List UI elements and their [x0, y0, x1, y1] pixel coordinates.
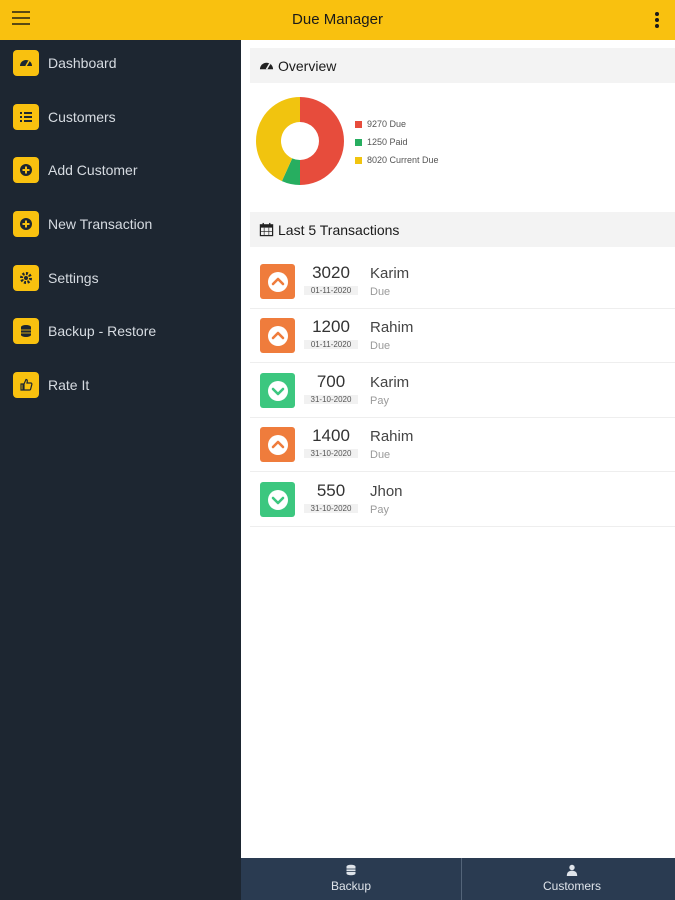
customers-button[interactable]: Customers — [462, 858, 675, 900]
plus-circle-icon — [13, 211, 39, 237]
user-icon — [566, 864, 578, 876]
sidebar-item-label: Settings — [48, 270, 99, 286]
transactions-title: Last 5 Transactions — [278, 222, 400, 238]
thumbs-up-icon — [13, 372, 39, 398]
transaction-row[interactable]: 550 31-10-2020 Jhon Pay — [250, 473, 675, 527]
transaction-customer-name: Rahim — [370, 428, 414, 445]
sidebar-item-label: Backup - Restore — [48, 323, 157, 339]
sidebar-item-dashboard[interactable]: Dashboard — [0, 43, 241, 83]
transaction-amount-box: 3020 01-11-2020 — [304, 263, 358, 295]
transaction-date: 31-10-2020 — [304, 449, 358, 458]
main-content: Overview 9270 Due 1250 Paid 8020 Current… — [241, 40, 675, 858]
transaction-amount: 550 — [316, 481, 346, 500]
legend-swatch — [355, 121, 362, 128]
transaction-amount-box: 1200 01-11-2020 — [304, 317, 358, 349]
legend-swatch — [355, 157, 362, 164]
transaction-type: Pay — [370, 395, 389, 407]
sidebar-item-backup-restore[interactable]: Backup - Restore — [0, 311, 241, 351]
sidebar-item-label: Dashboard — [48, 55, 117, 71]
sidebar: Dashboard Customers Add Customer New Tra… — [0, 40, 241, 900]
sidebar-item-rate-it[interactable]: Rate It — [0, 365, 241, 405]
sidebar-item-settings[interactable]: Settings — [0, 258, 241, 298]
bottom-navigation: Backup Customers — [241, 858, 675, 900]
database-icon — [13, 318, 39, 344]
transactions-header: Last 5 Transactions — [250, 212, 675, 247]
transaction-row[interactable]: 3020 01-11-2020 Karim Due — [250, 255, 675, 309]
overview-donut-chart — [256, 97, 344, 185]
more-options-icon[interactable] — [655, 12, 661, 28]
transaction-row[interactable]: 1400 31-10-2020 Rahim Due — [250, 418, 675, 472]
transaction-row[interactable]: 700 31-10-2020 Karim Pay — [250, 364, 675, 418]
arrow-up-icon — [260, 427, 295, 462]
transaction-type: Due — [370, 286, 391, 298]
transaction-customer-name: Karim — [370, 374, 410, 391]
arrow-up-icon — [260, 264, 295, 299]
sidebar-item-new-transaction[interactable]: New Transaction — [0, 204, 241, 244]
transaction-date: 01-11-2020 — [304, 340, 358, 349]
legend-label: 8020 Current Due — [367, 155, 439, 165]
transaction-customer-name: Jhon — [370, 483, 403, 500]
sidebar-item-label: Rate It — [48, 377, 90, 393]
transaction-amount: 1400 — [312, 426, 350, 445]
arrow-up-icon — [260, 318, 295, 353]
dashboard-gauge-icon — [259, 62, 274, 70]
transaction-amount-box: 1400 31-10-2020 — [304, 426, 358, 458]
legend-label: 1250 Paid — [367, 137, 408, 147]
transaction-customer-name: Karim — [370, 265, 410, 282]
customers-label: Customers — [542, 879, 601, 893]
sidebar-item-add-customer[interactable]: Add Customer — [0, 150, 241, 190]
transaction-customer-name: Rahim — [370, 319, 414, 336]
legend-label: 9270 Due — [367, 119, 407, 129]
sidebar-item-label: New Transaction — [48, 216, 153, 232]
transaction-type: Due — [370, 340, 391, 352]
arrow-down-icon — [260, 373, 295, 408]
transaction-date: 01-11-2020 — [304, 286, 358, 295]
app-bar: Due Manager — [0, 0, 675, 40]
dashboard-gauge-icon — [13, 50, 39, 76]
database-icon — [346, 864, 356, 876]
overview-header: Overview — [250, 48, 675, 83]
transaction-type: Pay — [370, 504, 389, 516]
transaction-type: Due — [370, 449, 391, 461]
sidebar-item-customers[interactable]: Customers — [0, 97, 241, 137]
backup-button[interactable]: Backup — [241, 858, 461, 900]
donut-slice-due — [300, 97, 344, 185]
legend-swatch — [355, 139, 362, 146]
transaction-date: 31-10-2020 — [304, 504, 358, 513]
app-title: Due Manager — [292, 11, 383, 28]
sidebar-item-label: Customers — [48, 109, 116, 125]
sidebar-item-label: Add Customer — [48, 162, 138, 178]
arrow-down-icon — [260, 482, 295, 517]
gear-icon — [13, 265, 39, 291]
list-icon — [13, 104, 39, 130]
transaction-amount: 3020 — [312, 263, 350, 282]
transaction-amount-box: 700 31-10-2020 — [304, 372, 358, 404]
transaction-amount-box: 550 31-10-2020 — [304, 481, 358, 513]
calendar-icon — [259, 222, 274, 237]
overview-title: Overview — [278, 58, 337, 74]
transaction-row[interactable]: 1200 01-11-2020 Rahim Due — [250, 309, 675, 363]
transaction-amount: 700 — [316, 372, 346, 391]
plus-circle-icon — [13, 157, 39, 183]
backup-label: Backup — [330, 879, 372, 893]
transaction-amount: 1200 — [312, 317, 350, 336]
transaction-date: 31-10-2020 — [304, 395, 358, 404]
